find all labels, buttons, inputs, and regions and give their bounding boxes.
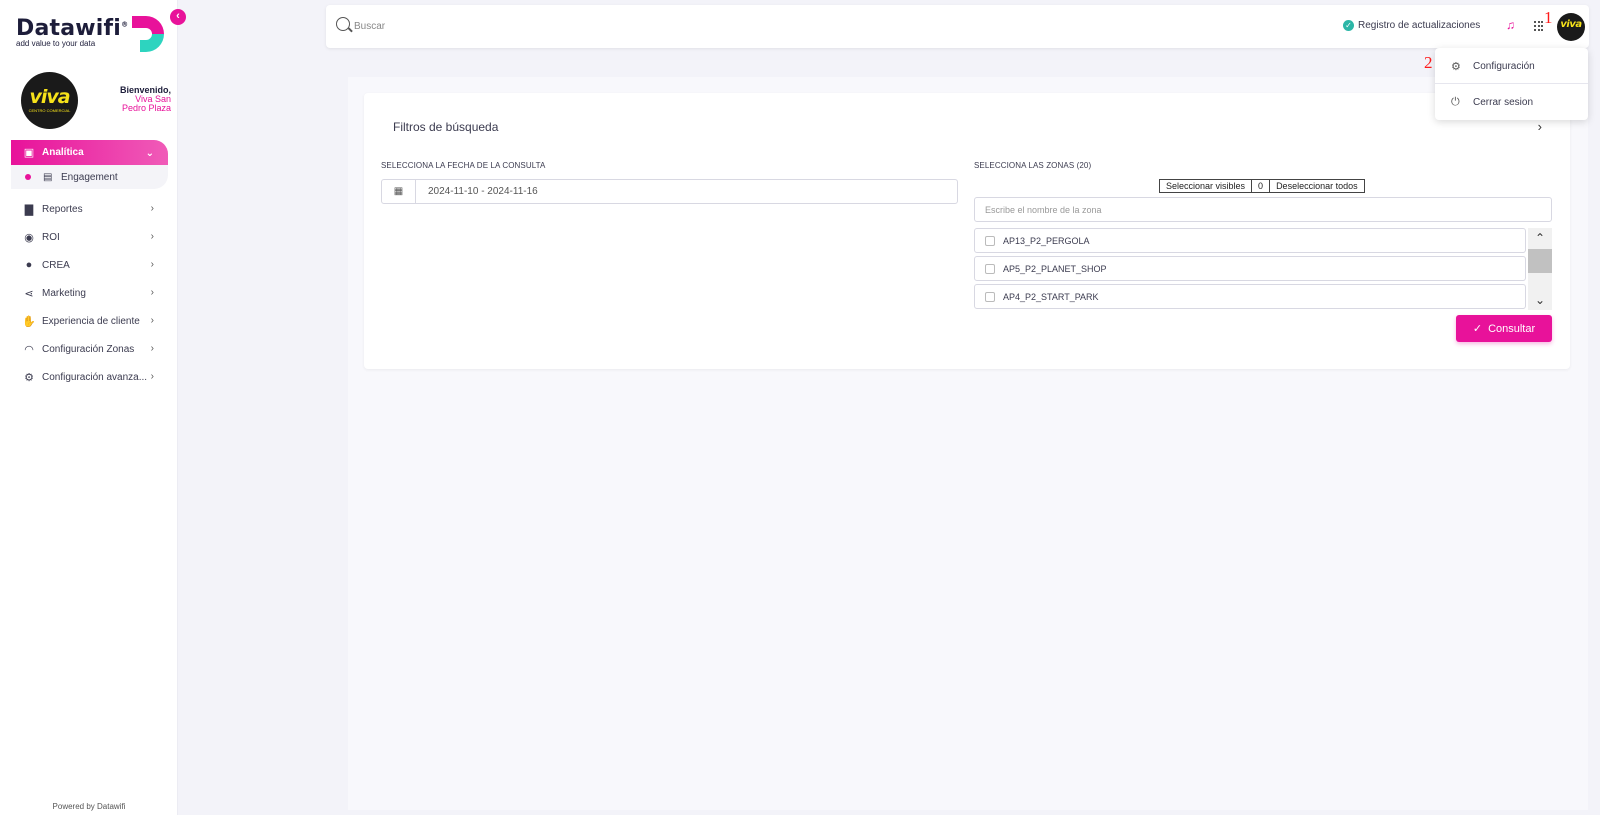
sidebar-item-label: Configuración avanza...: [42, 371, 148, 383]
collapse-sidebar-button[interactable]: ‹: [170, 9, 186, 25]
sidebar-item-reportes[interactable]: ▇ Reportes ›: [0, 195, 168, 223]
chevron-right-icon: ›: [150, 231, 154, 242]
power-icon: ⏻: [1451, 95, 1460, 108]
sidebar-item-engagement[interactable]: ▤ Engagement: [11, 165, 168, 189]
user-dropdown-menu: ⚙ Configuración ⏻ Cerrar sesion: [1435, 48, 1588, 120]
zone-list-scrollbar[interactable]: ⌃ ⌄: [1528, 228, 1552, 310]
sidebar-item-label: Reportes: [42, 203, 83, 215]
apps-grid-icon[interactable]: [1534, 21, 1544, 31]
thumbs-up-icon: ✋: [22, 315, 36, 328]
updates-log-link[interactable]: ✓ Registro de actualizaciones: [1343, 20, 1480, 31]
brand-name: Datawifi: [16, 16, 122, 41]
chevron-right-icon: ›: [150, 371, 154, 382]
gear-icon: ⚙: [24, 371, 34, 384]
chevron-right-icon: ›: [150, 287, 154, 298]
menu-item-cerrar-sesion[interactable]: ⏻ Cerrar sesion: [1435, 84, 1588, 120]
zone-list: AP13_P2_PERGOLA AP5_P2_PLANET_SHOP AP4_P…: [974, 228, 1552, 310]
active-dot: [25, 174, 31, 180]
selected-count: 0: [1251, 180, 1269, 192]
chevron-down-icon[interactable]: ⌄: [1528, 290, 1552, 310]
sidebar-item-label: Marketing: [42, 287, 86, 299]
chevron-right-icon: ›: [150, 203, 154, 214]
date-range-value: 2024-11-10 - 2024-11-16: [428, 186, 538, 197]
chevron-right-icon: ›: [150, 315, 154, 326]
menu-item-label: Cerrar sesion: [1473, 96, 1534, 108]
zone-name: AP13_P2_PERGOLA: [1003, 235, 1090, 246]
contact-icon: ▤: [43, 171, 53, 183]
avatar: viva CENTRO COMERCIAL: [21, 72, 78, 129]
date-label: SELECCIONA LA FECHA DE LA CONSULTA: [381, 161, 546, 170]
list-item[interactable]: AP4_P2_START_PARK: [974, 284, 1526, 309]
check-icon: ✓: [1472, 323, 1483, 335]
menu-item-configuracion[interactable]: ⚙ Configuración: [1435, 48, 1588, 84]
consultar-button[interactable]: ✓ Consultar: [1456, 315, 1552, 342]
date-range-picker[interactable]: ▦ 2024-11-10 - 2024-11-16: [381, 179, 958, 204]
avatar-logo-sub: CENTRO COMERCIAL: [28, 108, 71, 113]
sidebar-item-label: Engagement: [61, 171, 118, 183]
zone-name: AP4_P2_START_PARK: [1003, 291, 1099, 302]
deselect-all-button[interactable]: Deseleccionar todos: [1269, 180, 1364, 192]
sidebar-item-label: CREA: [42, 259, 70, 271]
sidebar-menu: ▣ Analítica ⌄ ▤ Engagement ▇ Reportes › …: [0, 140, 168, 391]
menu-item-label: Configuración: [1473, 60, 1535, 72]
search-icon: [336, 17, 350, 31]
wifi-icon: ◠: [24, 343, 34, 356]
list-item[interactable]: AP5_P2_PLANET_SHOP: [974, 256, 1526, 281]
place-line-2: Pedro Plaza: [121, 103, 171, 113]
avatar-logo-text: viva: [1560, 19, 1582, 30]
gear-icon: ⚙: [1451, 60, 1461, 73]
sidebar-item-label: ROI: [42, 231, 60, 243]
chevron-right-icon: ›: [150, 343, 154, 354]
zone-name: AP5_P2_PLANET_SHOP: [1003, 263, 1107, 274]
avatar-logo-text: viva: [29, 86, 70, 108]
zone-search-input[interactable]: [974, 197, 1552, 222]
sidebar-item-experiencia[interactable]: ✋ Experiencia de cliente ›: [0, 307, 168, 335]
sidebar-item-label: Analítica: [42, 147, 84, 158]
chevron-right-icon: ›: [150, 259, 154, 270]
chevron-up-icon[interactable]: ⌃: [1528, 228, 1552, 248]
zones-label: SELECCIONA LAS ZONAS (20): [974, 161, 1092, 170]
updates-log-label: Registro de actualizaciones: [1358, 20, 1481, 31]
sidebar-item-marketing[interactable]: ⋖ Marketing ›: [0, 279, 168, 307]
file-icon: ▇: [24, 203, 34, 216]
bulb-icon: ●: [25, 259, 33, 271]
sidebar-item-crea[interactable]: ● CREA ›: [0, 251, 168, 279]
profile: viva CENTRO COMERCIAL Bienvenido, Viva S…: [21, 72, 171, 132]
sidebar-item-label: Configuración Zonas: [42, 343, 135, 355]
welcome-text: Bienvenido, Viva San Pedro Plaza: [101, 86, 171, 113]
check-circle-icon: ✓: [1343, 20, 1354, 31]
share-icon: ⋖: [24, 287, 34, 300]
chevron-down-icon: ⌄: [145, 148, 154, 159]
brand-logo[interactable]: Datawifi® add value to your data: [16, 16, 166, 60]
chart-icon: ▣: [23, 147, 35, 159]
annotation-2: 2: [1424, 53, 1433, 72]
powered-by: Powered by Datawifi: [52, 802, 126, 811]
list-item[interactable]: AP13_P2_PERGOLA: [974, 228, 1526, 253]
checkbox[interactable]: [985, 235, 995, 246]
select-visible-button[interactable]: Seleccionar visibles: [1160, 180, 1251, 192]
sidebar-item-label: Experiencia de cliente: [42, 315, 140, 327]
checkbox[interactable]: [985, 291, 995, 302]
filters-card: Filtros de búsqueda › SELECCIONA LA FECH…: [364, 93, 1570, 369]
search-input[interactable]: [354, 17, 654, 35]
topbar: ✓ Registro de actualizaciones ♫ viva: [326, 5, 1589, 48]
annotation-1: 1: [1544, 8, 1553, 27]
chevron-right-icon[interactable]: ›: [1538, 119, 1542, 134]
checkbox[interactable]: [985, 263, 995, 274]
bell-icon[interactable]: ♫: [1506, 18, 1515, 32]
sidebar-item-roi[interactable]: ◉ ROI ›: [0, 223, 168, 251]
consultar-label: Consultar: [1488, 322, 1536, 335]
money-icon: ◉: [24, 231, 34, 244]
card-title: Filtros de búsqueda: [393, 120, 499, 134]
sidebar: Datawifi® add value to your data viva CE…: [0, 0, 178, 815]
zone-selection-buttons: Seleccionar visibles 0 Deseleccionar tod…: [1159, 179, 1365, 193]
sidebar-item-analitica[interactable]: ▣ Analítica ⌄: [11, 140, 168, 165]
calendar-icon: ▦: [382, 180, 416, 203]
sidebar-item-config-zonas[interactable]: ◠ Configuración Zonas ›: [0, 335, 168, 363]
sidebar-item-config-avanzada[interactable]: ⚙ Configuración avanza... ›: [0, 363, 168, 391]
user-avatar-button[interactable]: viva: [1557, 13, 1585, 41]
logo-mark-icon: [132, 16, 164, 52]
scrollbar-thumb[interactable]: [1528, 249, 1552, 273]
